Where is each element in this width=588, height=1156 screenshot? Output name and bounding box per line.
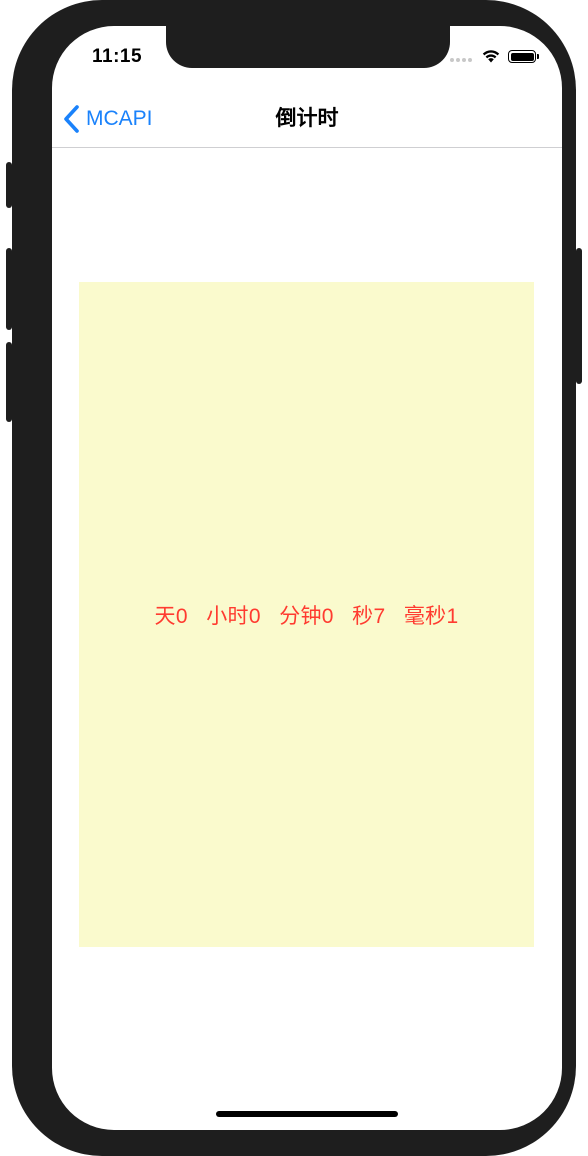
chevron-left-icon	[64, 105, 79, 133]
wifi-icon	[482, 50, 500, 63]
navigation-bar: 倒计时 MCAPI	[52, 92, 562, 148]
home-indicator[interactable]	[216, 1111, 398, 1117]
device-frame: 11:15 倒计时 MCAPI 天0 小时0 分钟0 秒7 毫秒1	[6, 0, 582, 1156]
back-button[interactable]: MCAPI	[62, 102, 153, 136]
signal-icon	[450, 56, 474, 64]
countdown-label: 天0 小时0 分钟0 秒7 毫秒1	[154, 604, 459, 628]
battery-cap	[537, 54, 539, 59]
power-button	[576, 248, 582, 384]
status-time: 11:15	[92, 46, 143, 67]
mute-switch	[6, 162, 12, 208]
screen: 11:15 倒计时 MCAPI 天0 小时0 分钟0 秒7 毫秒1	[52, 26, 562, 1130]
back-button-label: MCAPI	[86, 107, 153, 130]
volume-down-button	[6, 342, 12, 422]
volume-up-button	[6, 248, 12, 330]
battery-icon	[508, 50, 536, 63]
countdown-panel: 天0 小时0 分钟0 秒7 毫秒1	[79, 282, 534, 947]
notch	[166, 26, 450, 68]
